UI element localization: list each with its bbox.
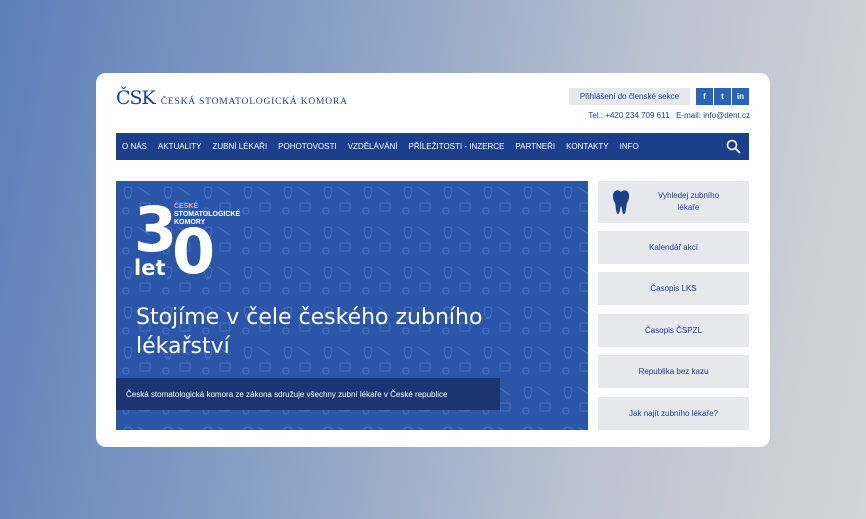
page-card: ČSK Česká stomatologická komora Přihláše… [96,73,770,447]
find-dentist-label: Vyhledej zubního lékaře [657,191,720,212]
hero-banner[interactable]: 3 0 let ČESKÉ STOMATOLOGICKÉ KOMORY Stoj… [116,181,588,430]
how-to-find-dentist-button[interactable]: Jak najít zubního lékaře? [598,397,749,430]
republika-bez-kazu-button[interactable]: Republika bez kazu [598,355,749,388]
hero-title: Stojíme v čele českého zubního lékařství [136,305,483,359]
member-login-button[interactable]: Přihlášení do členské sekce [569,88,690,105]
facebook-icon[interactable]: f [696,88,713,105]
anniversary-subtitle-1: ČESKÉ [174,203,199,210]
nav-item-aktuality[interactable]: AKTUALITY [158,142,202,151]
magazine-lks-button[interactable]: Časopis LKS [598,272,749,305]
tooth-icon [612,190,630,214]
anniversary-3: 3 [134,193,177,266]
anniversary-subtitle-2: STOMATOLOGICKÉ [174,211,241,218]
nav-item-vzdelavani[interactable]: VZDĚLÁVÁNÍ [348,142,398,151]
logo-text: Česká stomatologická komora [160,97,348,107]
anniversary-subtitle-3: KOMORY [174,219,206,226]
contact-info: Tel.: +420 234 709 611 E-mail: info@dent… [588,111,750,120]
find-dentist-button[interactable]: Vyhledej zubního lékaře [598,181,749,223]
nav-item-partneri[interactable]: PARTNEŘI [515,142,555,151]
nav-item-o-nas[interactable]: O NÁS [122,142,147,151]
hero-caption: Česká stomatologická komora ze zákona sd… [116,378,500,410]
event-calendar-button[interactable]: Kalendář akcí [598,231,749,264]
search-icon[interactable] [726,139,741,154]
nav-item-zubni-lekari[interactable]: ZUBNÍ LÉKAŘI [212,142,267,151]
anniversary-0: 0 [172,215,216,288]
logo-mark: ČSK [116,87,156,109]
linkedin-icon[interactable]: in [732,88,749,105]
nav-item-info[interactable]: INFO [620,142,639,151]
nav-item-prilezitosti[interactable]: PŘÍLEŽITOSTI - INZERCE [409,142,505,151]
twitter-icon[interactable]: t [714,88,731,105]
magazine-cspzl-button[interactable]: Časopis ČSPZL [598,314,749,347]
main-nav: O NÁS AKTUALITY ZUBNÍ LÉKAŘI POHOTOVOSTI… [116,133,749,160]
anniversary-subtitle: ČESKÉ STOMATOLOGICKÉ KOMORY [174,203,240,227]
nav-item-pohotovosti[interactable]: POHOTOVOSTI [278,142,337,151]
logo[interactable]: ČSK Česká stomatologická komora [116,89,348,108]
anniversary-let: let [134,256,168,280]
nav-item-kontakty[interactable]: KONTAKTY [566,142,609,151]
